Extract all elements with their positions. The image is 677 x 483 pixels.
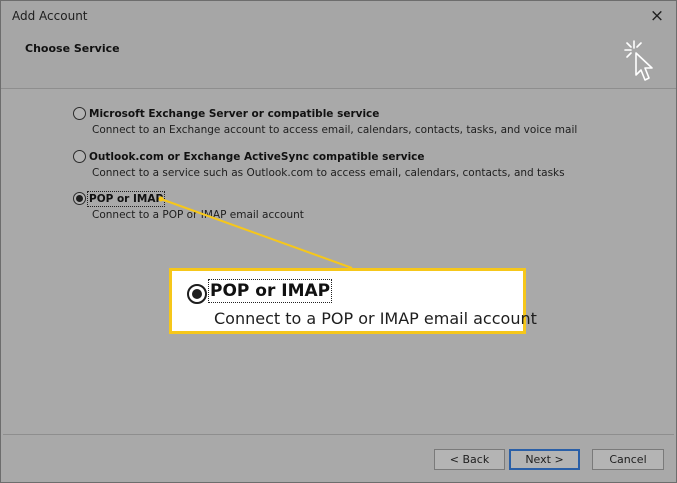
window-title: Add Account xyxy=(12,9,88,23)
wizard-cursor-icon xyxy=(624,40,653,81)
footer-divider xyxy=(3,434,674,435)
close-icon[interactable]: × xyxy=(646,5,668,27)
wizard-header: Choose Service xyxy=(1,31,676,89)
pop-imap-description: Connect to a POP or IMAP email account xyxy=(92,209,304,221)
title-bar: Add Account × xyxy=(1,1,676,31)
page-title: Choose Service xyxy=(25,42,120,55)
next-button[interactable]: Next > xyxy=(509,449,580,470)
option-pop-imap: POP or IMAP Connect to a POP or IMAP ema… xyxy=(73,190,304,221)
pop-imap-radio[interactable] xyxy=(73,192,86,205)
add-account-dialog: Add Account × Choose Service Microsoft E… xyxy=(0,0,677,483)
exchange-label[interactable]: Microsoft Exchange Server or compatible … xyxy=(89,108,379,120)
back-button[interactable]: < Back xyxy=(434,449,505,470)
exchange-description: Connect to an Exchange account to access… xyxy=(92,124,578,136)
pop-imap-label[interactable]: POP or IMAP xyxy=(86,190,166,207)
callout-label: POP or IMAP xyxy=(207,279,333,303)
cancel-button[interactable]: Cancel xyxy=(592,449,664,470)
outlook-activesync-description: Connect to a service such as Outlook.com… xyxy=(92,167,565,179)
outlook-activesync-radio[interactable] xyxy=(73,150,86,163)
callout-description: Connect to a POP or IMAP email account xyxy=(214,309,537,328)
zoom-callout: POP or IMAP Connect to a POP or IMAP ema… xyxy=(169,268,537,334)
callout-radio xyxy=(187,284,207,304)
outlook-activesync-label[interactable]: Outlook.com or Exchange ActiveSync compa… xyxy=(89,151,425,163)
option-exchange: Microsoft Exchange Server or compatible … xyxy=(73,107,577,136)
option-outlook-activesync: Outlook.com or Exchange ActiveSync compa… xyxy=(73,150,565,179)
exchange-radio[interactable] xyxy=(73,107,86,120)
